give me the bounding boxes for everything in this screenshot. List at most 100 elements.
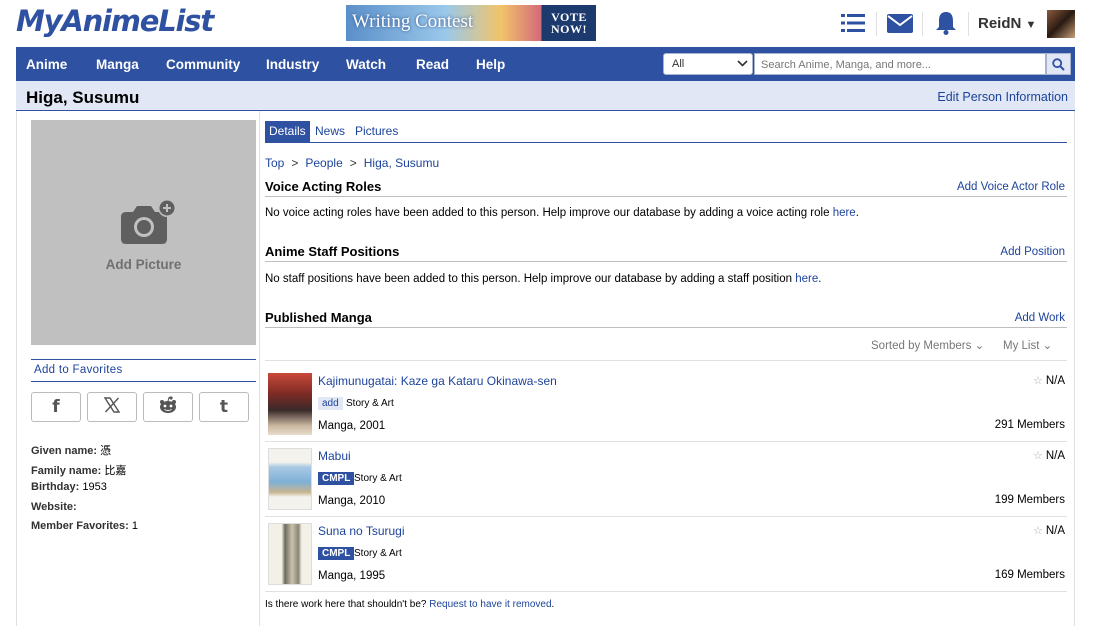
favorites-box: Add to Favorites (31, 359, 256, 382)
list-icon[interactable] (840, 11, 866, 35)
nav-watch[interactable]: Watch (346, 57, 386, 72)
share-reddit-button[interactable] (143, 392, 193, 422)
member-favorites-row: Member Favorites: 1 (31, 520, 138, 532)
mail-icon[interactable] (887, 11, 913, 35)
banner-title: Writing Contest (352, 11, 474, 32)
chevron-down-icon: ⌄ (1042, 340, 1053, 352)
staff-positions-here-link[interactable]: here (795, 273, 818, 285)
search-icon (1052, 57, 1065, 71)
member-favorites-label: Member Favorites: (31, 520, 129, 532)
manga-score[interactable]: ☆ N/A (1033, 524, 1065, 537)
given-name-value: 憑 (100, 445, 112, 457)
staff-positions-end: . (818, 273, 822, 285)
birthday-value: 1953 (82, 481, 107, 493)
sort-by-dropdown[interactable]: Sorted by Members ⌄ (871, 338, 984, 352)
voice-acting-header: Voice Acting Roles Add Voice Actor Role (265, 177, 1067, 197)
manga-role: Story & Art (346, 398, 394, 409)
writing-contest-banner[interactable]: Writing Contest VOTE NOW! (346, 5, 596, 41)
family-name-row: Family name: 比嘉 (31, 462, 126, 478)
manga-role: Story & Art (354, 548, 402, 559)
nav-manga[interactable]: Manga (96, 57, 139, 72)
manga-score[interactable]: ☆ N/A (1033, 449, 1065, 462)
person-tabs: Details News Pictures (265, 121, 1067, 143)
website-label: Website: (31, 501, 77, 513)
search-type-select[interactable]: All (663, 53, 753, 75)
manga-cover-image[interactable] (268, 373, 312, 435)
manga-score-value: N/A (1045, 525, 1065, 537)
bell-icon[interactable] (933, 11, 959, 35)
manga-role: Story & Art (354, 473, 402, 484)
share-x-button[interactable] (87, 392, 137, 422)
birthday-row: Birthday: 1953 (31, 481, 107, 493)
staff-positions-title: Anime Staff Positions (265, 244, 400, 259)
manga-members: 169 Members (994, 569, 1065, 581)
search-type-value: All (672, 58, 685, 70)
manga-title-link[interactable]: Suna no Tsurugi (318, 524, 405, 538)
published-manga-title: Published Manga (265, 310, 372, 325)
reddit-icon (158, 395, 178, 419)
tab-news[interactable]: News (311, 121, 349, 142)
manga-row: Mabui CMPL Story & Art Manga, 2010 ☆ N/A … (265, 442, 1067, 517)
staff-positions-message: No staff positions have been added to th… (265, 273, 796, 285)
site-logo[interactable]: MyAnimeList (16, 4, 214, 38)
user-avatar[interactable] (1047, 10, 1075, 38)
banner-vote: VOTE NOW! (542, 5, 596, 41)
nav-industry[interactable]: Industry (266, 57, 319, 72)
search-input[interactable]: Search Anime, Manga, and more... (754, 53, 1046, 75)
removal-request-note: Is there work here that shouldn't be? Re… (265, 599, 554, 610)
share-tumblr-button[interactable]: t (199, 392, 249, 422)
sort-by-label: Sorted by Members (871, 340, 972, 352)
nav-anime[interactable]: Anime (26, 57, 67, 72)
add-picture-placeholder[interactable]: Add Picture (31, 120, 256, 345)
site-header: MyAnimeList Writing Contest VOTE NOW! Re… (0, 0, 1093, 47)
tumblr-icon: t (219, 397, 229, 417)
breadcrumb-person[interactable]: Higa, Susumu (364, 156, 439, 170)
add-work-link[interactable]: Add Work (1015, 312, 1065, 324)
manga-row: Suna no Tsurugi CMPL Story & Art Manga, … (265, 517, 1067, 592)
camera-plus-icon (119, 199, 177, 250)
add-position-link[interactable]: Add Position (1000, 246, 1065, 258)
chevron-down-icon (737, 56, 748, 73)
completed-badge[interactable]: CMPL (318, 547, 355, 560)
tab-pictures[interactable]: Pictures (351, 121, 402, 142)
add-to-favorites-link[interactable]: Add to Favorites (34, 364, 123, 376)
voice-acting-here-link[interactable]: here (833, 207, 856, 219)
completed-badge[interactable]: CMPL (318, 472, 355, 485)
published-manga-header: Published Manga Add Work (265, 308, 1067, 328)
nav-help[interactable]: Help (476, 57, 505, 72)
voice-acting-end: . (855, 207, 859, 219)
user-menu[interactable]: ReidN ▼ (978, 15, 1036, 32)
breadcrumb-top[interactable]: Top (265, 156, 284, 170)
header-divider (876, 12, 877, 36)
manga-type-year: Manga, 2010 (318, 495, 386, 507)
staff-positions-empty-text: No staff positions have been added to th… (265, 273, 821, 285)
request-removal-link[interactable]: Request to have it removed (429, 599, 551, 610)
nav-community[interactable]: Community (166, 57, 240, 72)
birthday-label: Birthday: (31, 481, 80, 493)
edit-person-link[interactable]: Edit Person Information (937, 90, 1068, 104)
my-list-dropdown[interactable]: My List ⌄ (1003, 338, 1052, 352)
user-name: ReidN (978, 15, 1022, 32)
nav-read[interactable]: Read (416, 57, 449, 72)
star-icon: ☆ (1032, 525, 1043, 537)
manga-title-link[interactable]: Kajimunugatai: Kaze ga Kataru Okinawa-se… (318, 374, 557, 388)
manga-title-link[interactable]: Mabui (318, 449, 351, 463)
x-icon (103, 396, 121, 418)
manga-cover-image[interactable] (268, 523, 312, 585)
tab-details[interactable]: Details (265, 121, 310, 142)
manga-score[interactable]: ☆ N/A (1033, 374, 1065, 387)
column-divider (259, 111, 260, 626)
add-picture-label: Add Picture (105, 257, 182, 272)
share-facebook-button[interactable]: f (31, 392, 81, 422)
website-row: Website: (31, 501, 77, 513)
add-to-list-badge[interactable]: add (318, 397, 343, 410)
family-name-label: Family name: (31, 465, 102, 477)
breadcrumb-people[interactable]: People (305, 156, 342, 170)
add-voice-actor-role-link[interactable]: Add Voice Actor Role (957, 181, 1065, 193)
manga-cover-image[interactable] (268, 448, 312, 510)
caret-down-icon: ▼ (1025, 19, 1037, 31)
search-button[interactable] (1046, 53, 1071, 75)
manga-row: Kajimunugatai: Kaze ga Kataru Okinawa-se… (265, 367, 1067, 442)
star-icon: ☆ (1032, 450, 1043, 462)
facebook-icon: f (52, 397, 60, 417)
